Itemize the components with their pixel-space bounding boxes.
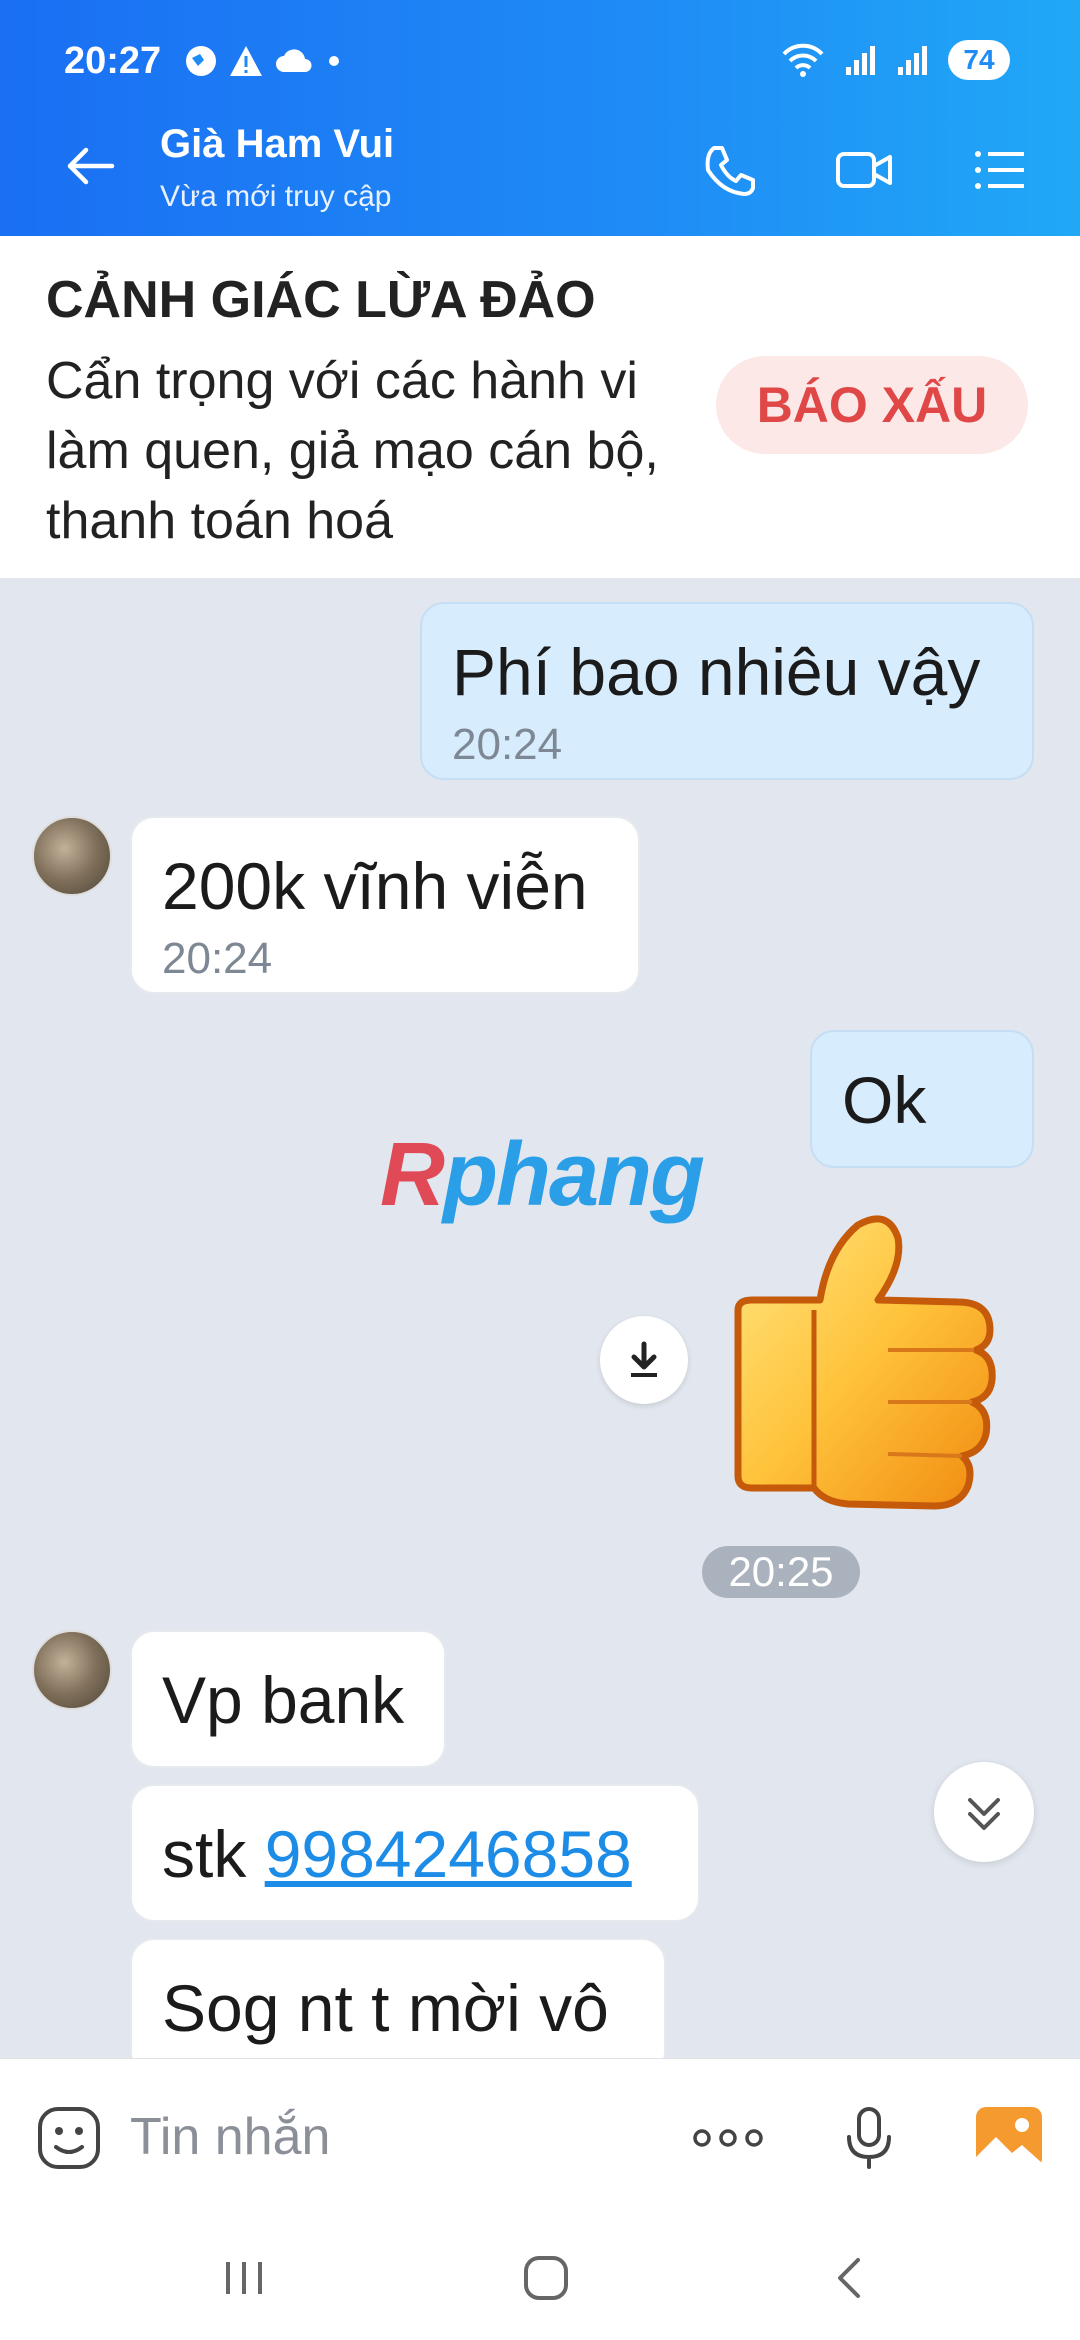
more-icon[interactable] (690, 2103, 766, 2173)
message-incoming[interactable]: Vp bank (130, 1630, 446, 1768)
battery-indicator: 74 (948, 40, 1010, 80)
download-icon (631, 1341, 657, 1377)
status-bar: 20:27 74 (0, 0, 1080, 120)
chat-header: 20:27 74 Già Ham Vui Vừa mới truy cập (0, 0, 1080, 236)
menu-list-icon[interactable] (970, 140, 1030, 200)
message-incoming[interactable]: 200k vĩnh viễn 20:24 (130, 816, 640, 994)
message-composer: Tin nhắn (0, 2058, 1080, 2218)
timestamp-pill: 20:25 (702, 1546, 860, 1598)
avatar[interactable] (32, 816, 112, 896)
avatar[interactable] (32, 1630, 112, 1710)
status-time: 20:27 (64, 40, 162, 82)
microphone-icon[interactable] (834, 2103, 904, 2173)
warning-title: CẢNH GIÁC LỪA ĐẢO (46, 271, 596, 329)
status-right-icons: 74 (780, 40, 1010, 80)
scam-warning-banner: CẢNH GIÁC LỪA ĐẢO Cẩn trọng với các hành… (0, 236, 1080, 578)
chevron-double-down-icon (968, 1798, 1000, 1830)
wifi-icon (782, 43, 824, 77)
contact-status: Vừa mới truy cập (160, 180, 392, 213)
scroll-to-bottom-button[interactable] (934, 1762, 1034, 1862)
thumbs-up-sticker[interactable] (728, 1210, 1028, 1520)
message-text: 200k vĩnh viễn (162, 849, 588, 923)
message-outgoing[interactable]: Ok (810, 1030, 1034, 1168)
message-text: Vp bank (162, 1663, 405, 1737)
warning-icon (230, 46, 262, 76)
back-nav-icon[interactable] (820, 2248, 880, 2308)
account-number-link[interactable]: 9984246858 (265, 1817, 632, 1891)
message-time: 20:24 (452, 720, 563, 769)
cloud-icon (276, 49, 312, 72)
message-text-prefix: stk (162, 1817, 265, 1891)
emoji-icon[interactable] (34, 2103, 104, 2173)
watermark-logo: Rphang (380, 1125, 705, 1225)
report-button[interactable]: BÁO XẤU (716, 356, 1028, 454)
back-arrow-icon[interactable] (60, 136, 120, 196)
recent-apps-icon[interactable] (214, 2248, 274, 2308)
message-incoming[interactable]: stk 9984246858 (130, 1784, 700, 1922)
message-input[interactable]: Tin nhắn (130, 2107, 330, 2167)
dot-icon (329, 56, 339, 66)
message-time: 20:24 (162, 934, 273, 983)
globe-icon (186, 46, 216, 76)
system-navigation-bar (0, 2218, 1080, 2340)
contact-name[interactable]: Già Ham Vui (160, 122, 394, 167)
video-call-icon[interactable] (834, 140, 894, 200)
message-text: Ok (842, 1063, 927, 1137)
message-text: Sog nt t mời vô (162, 1971, 609, 2045)
message-outgoing[interactable]: Phí bao nhiêu vậy 20:24 (420, 602, 1034, 780)
warning-description: Cẩn trọng với các hành vi làm quen, giả … (46, 352, 659, 550)
gallery-icon[interactable] (974, 2103, 1044, 2173)
message-text: Phí bao nhiêu vậy (452, 635, 981, 709)
home-icon[interactable] (516, 2248, 576, 2308)
signal-icon (846, 46, 875, 75)
download-button[interactable] (600, 1316, 688, 1404)
signal-icon-2 (898, 46, 927, 75)
status-notification-icons (184, 44, 344, 78)
message-incoming[interactable]: Sog nt t mời vô (130, 1938, 666, 2076)
phone-icon[interactable] (700, 140, 760, 200)
